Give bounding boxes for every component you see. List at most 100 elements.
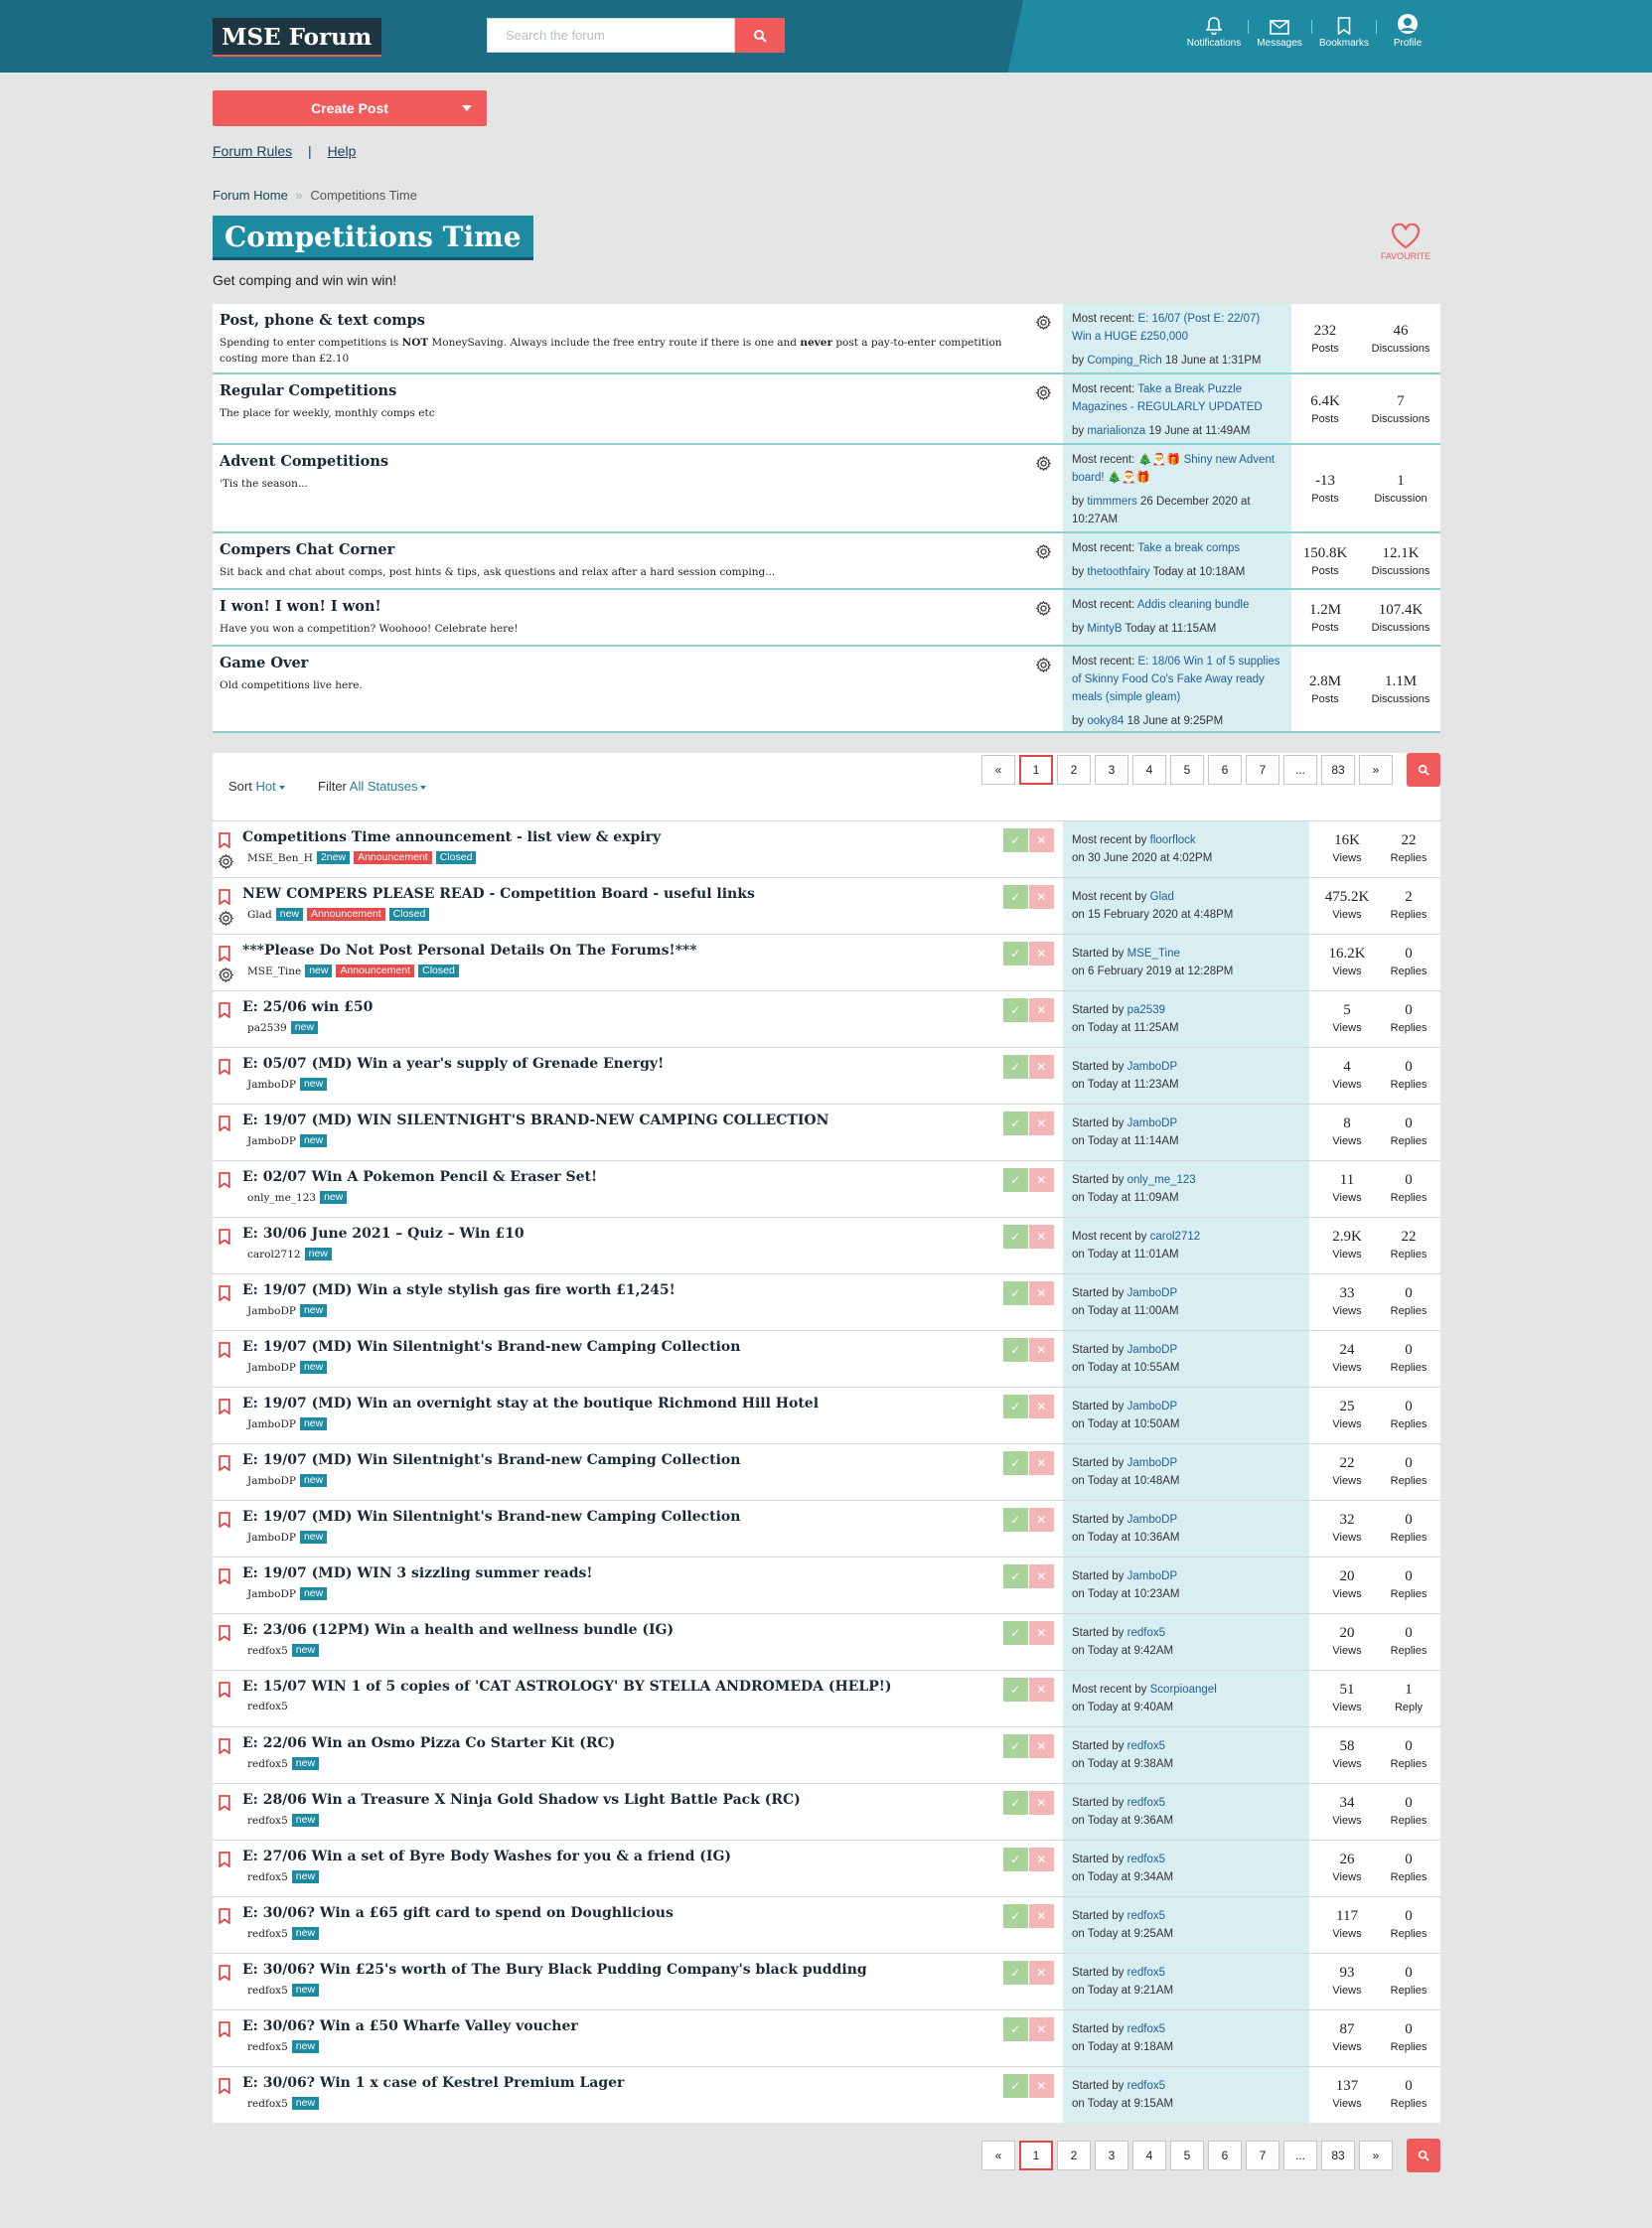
topic-title[interactable]: E: 30/06? Win £25's worth of The Bury Bl… [242,1962,867,1978]
bookmark-icon[interactable] [219,1852,230,1868]
topic-title[interactable]: E: 30/06? Win 1 x case of Kestrel Premiu… [242,2075,624,2091]
topic-title[interactable]: E: 19/07 (MD) WIN SILENTNIGHT'S BRAND-NE… [242,1113,828,1128]
topic-author[interactable]: redfox5 [247,1758,288,1770]
topic-row[interactable]: E: 23/06 (12PM) Win a health and wellnes… [213,1613,1440,1670]
topic-title[interactable]: E: 30/06? Win a £50 Wharfe Valley vouche… [242,2018,578,2034]
user-link[interactable]: JamboDP [1127,1514,1178,1526]
topic-row[interactable]: E: 30/06? Win a £50 Wharfe Valley vouche… [213,2009,1440,2066]
category-name[interactable]: I won! I won! I won! [220,598,1056,615]
topic-row[interactable]: E: 02/07 Win A Pokemon Pencil & Eraser S… [213,1160,1440,1217]
topic-author[interactable]: redfox5 [247,1985,288,1997]
topic-row[interactable]: E: 19/07 (MD) Win Silentnight's Brand-ne… [213,1330,1440,1387]
close-icon[interactable]: ✕ [1028,1848,1054,1871]
nav-messages[interactable]: Messages [1245,15,1314,49]
category-name[interactable]: Game Over [220,655,1056,671]
topic-author[interactable]: redfox5 [247,1701,288,1712]
close-icon[interactable]: ✕ [1028,1451,1054,1475]
create-post-button[interactable]: Create Post [213,90,487,126]
bookmark-icon[interactable] [219,1059,230,1076]
topic-author[interactable]: redfox5 [247,1645,288,1657]
page-button[interactable]: ... [1283,755,1317,785]
check-icon[interactable]: ✓ [1003,942,1028,965]
topic-title[interactable]: E: 23/06 (12PM) Win a health and wellnes… [242,1622,674,1638]
check-icon[interactable]: ✓ [1003,1225,1028,1249]
bookmark-icon[interactable] [219,832,230,849]
user-link[interactable]: redfox5 [1127,2023,1165,2035]
topic-row[interactable]: E: 05/07 (MD) Win a year's supply of Gre… [213,1047,1440,1104]
page-button[interactable]: 2 [1057,755,1091,785]
bookmark-icon[interactable] [219,1455,230,1472]
close-icon[interactable]: ✕ [1028,998,1054,1022]
nav-profile[interactable]: Profile [1373,14,1442,49]
user-link[interactable]: JamboDP [1127,1287,1178,1299]
topic-author[interactable]: pa2539 [247,1022,287,1034]
close-icon[interactable]: ✕ [1028,1904,1054,1928]
bookmark-icon[interactable] [219,1795,230,1812]
check-icon[interactable]: ✓ [1003,1791,1028,1815]
topic-title[interactable]: E: 02/07 Win A Pokemon Pencil & Eraser S… [242,1169,597,1185]
topic-author[interactable]: JamboDP [247,1532,296,1544]
search-input[interactable]: Search the forum [487,18,735,53]
close-icon[interactable]: ✕ [1028,1564,1054,1588]
user-link[interactable]: marialionza [1087,425,1145,437]
page-button[interactable]: 7 [1246,755,1279,785]
page-button[interactable]: 3 [1095,755,1128,785]
topic-author[interactable]: Glad [247,909,272,921]
favourite-button[interactable]: FAVOURITE [1371,223,1440,261]
close-icon[interactable]: ✕ [1028,1508,1054,1532]
user-link[interactable]: redfox5 [1127,1740,1165,1752]
bookmark-icon[interactable] [219,1115,230,1132]
gear-icon[interactable] [1035,314,1052,331]
page-button[interactable]: 7 [1246,2141,1279,2170]
topic-row[interactable]: E: 25/06 win £50 pa2539 new ✓ ✕ Started by pa… [213,990,1440,1047]
nav-bookmarks[interactable]: Bookmarks [1309,15,1379,49]
topic-title[interactable]: E: 19/07 (MD) Win Silentnight's Brand-ne… [242,1452,740,1468]
user-link[interactable]: JamboDP [1127,1344,1178,1356]
close-icon[interactable]: ✕ [1028,1281,1054,1305]
topic-author[interactable]: redfox5 [247,2041,288,2053]
topic-title[interactable]: E: 05/07 (MD) Win a year's supply of Gre… [242,1056,664,1072]
check-icon[interactable]: ✓ [1003,2017,1028,2041]
topic-row[interactable]: E: 28/06 Win a Treasure X Ninja Gold Sha… [213,1783,1440,1840]
bookmark-icon[interactable] [219,1965,230,1982]
gear-icon[interactable] [1035,657,1052,673]
topic-row[interactable]: Competitions Time announcement - list vi… [213,820,1440,877]
user-link[interactable]: Glad [1150,891,1174,903]
topic-title[interactable]: E: 15/07 WIN 1 of 5 copies of 'CAT ASTRO… [242,1679,892,1695]
check-icon[interactable]: ✓ [1003,1451,1028,1475]
topic-author[interactable]: JamboDP [247,1475,296,1487]
topic-search-button[interactable] [1407,753,1440,787]
filter-dropdown[interactable]: Filter All Statuses [318,779,427,794]
page-button[interactable]: » [1359,755,1393,785]
chevron-down-icon[interactable] [462,105,472,111]
topic-author[interactable]: MSE_Ben_H [247,852,313,864]
page-button[interactable]: ... [1283,2141,1317,2170]
user-link[interactable]: JamboDP [1127,1457,1178,1469]
topic-title[interactable]: NEW COMPERS PLEASE READ - Competition Bo… [242,886,755,902]
topic-row[interactable]: NEW COMPERS PLEASE READ - Competition Bo… [213,877,1440,934]
user-link[interactable]: carol2712 [1150,1231,1201,1243]
category-row[interactable]: I won! I won! I won! Have you won a compe… [213,590,1440,647]
topic-title[interactable]: Competitions Time announcement - list vi… [242,829,661,845]
page-button[interactable]: 5 [1170,755,1204,785]
check-icon[interactable]: ✓ [1003,2074,1028,2098]
page-button[interactable]: 2 [1057,2141,1091,2170]
gear-icon[interactable] [1035,455,1052,472]
topic-author[interactable]: carol2712 [247,1249,301,1261]
bookmark-icon[interactable] [219,1908,230,1925]
sort-dropdown[interactable]: Sort Hot [228,779,285,794]
user-link[interactable]: redfox5 [1127,2080,1165,2092]
bookmark-icon[interactable] [219,1738,230,1755]
topic-author[interactable]: only_me_123 [247,1192,316,1204]
check-icon[interactable]: ✓ [1003,1961,1028,1985]
category-row[interactable]: Compers Chat Corner Sit back and chat abo… [213,533,1440,590]
help-link[interactable]: Help [328,143,357,159]
bookmark-icon[interactable] [219,946,230,963]
category-row[interactable]: Game Over Old competitions live here. Most… [213,647,1440,733]
check-icon[interactable]: ✓ [1003,1904,1028,1928]
check-icon[interactable]: ✓ [1003,1678,1028,1702]
bookmark-icon[interactable] [219,2078,230,2095]
most-recent-link[interactable]: Take a break comps [1137,542,1240,554]
category-row[interactable]: Advent Competitions 'Tis the season... Mos… [213,445,1440,533]
bookmark-icon[interactable] [219,1625,230,1642]
